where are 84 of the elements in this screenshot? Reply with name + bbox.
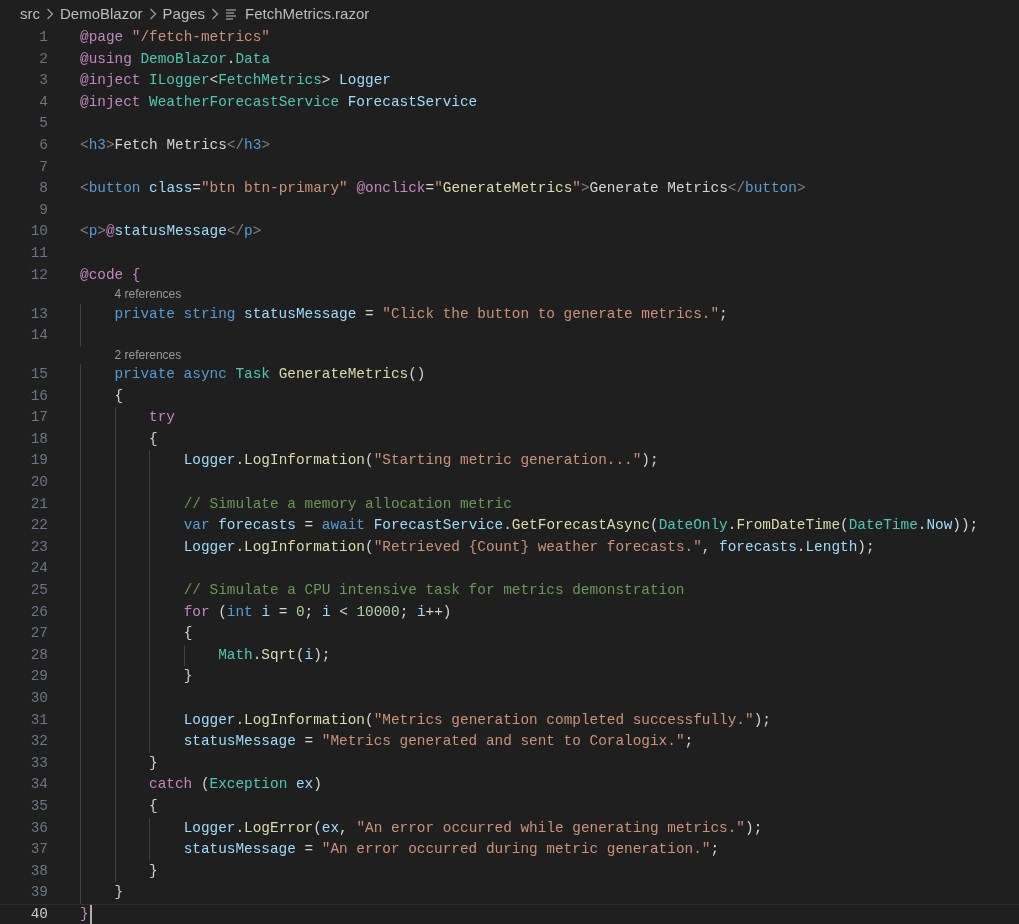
line-number: 3 bbox=[39, 72, 48, 89]
line-number: 12 bbox=[30, 266, 48, 283]
code-line: Logger.LogInformation("Retrieved {Count} weather forecasts.", forecasts.Length); bbox=[183, 537, 875, 557]
line-number: 36 bbox=[30, 819, 48, 836]
breadcrumb-folder[interactable]: DemoBlazor bbox=[60, 5, 143, 22]
code-line: catch (Exception ex) bbox=[149, 775, 322, 795]
line-number: 34 bbox=[30, 776, 48, 793]
line-number: 22 bbox=[30, 517, 48, 534]
code-line: private async Task GenerateMetrics() bbox=[114, 365, 426, 385]
line-number: 27 bbox=[30, 625, 48, 642]
breadcrumb-file[interactable]: FetchMetrics.razor bbox=[245, 5, 370, 22]
breadcrumb-folder[interactable]: Pages bbox=[162, 5, 206, 22]
line-number: 31 bbox=[30, 711, 48, 728]
line-number: 19 bbox=[30, 452, 48, 469]
line-number: 9 bbox=[39, 201, 48, 218]
code-line: // Simulate a memory allocation metric bbox=[183, 494, 512, 514]
code-line: @inject ILogger<FetchMetrics> Logger bbox=[80, 71, 391, 91]
line-number: 5 bbox=[39, 115, 48, 132]
code-line: } bbox=[149, 861, 158, 881]
code-line: statusMessage = "An error occurred during metric generation."; bbox=[183, 840, 720, 860]
line-number: 2 bbox=[39, 50, 48, 67]
code-line: } bbox=[149, 753, 158, 773]
line-number: 15 bbox=[30, 366, 48, 383]
code-line: @code { bbox=[80, 265, 141, 285]
breadcrumb-folder[interactable]: src bbox=[20, 5, 40, 22]
line-number: 39 bbox=[30, 884, 48, 901]
code-line: { bbox=[149, 796, 158, 816]
code-line: @using DemoBlazor.Data bbox=[80, 49, 270, 69]
chevron-right-icon bbox=[46, 7, 54, 20]
code-line: try bbox=[149, 408, 175, 428]
line-number: 25 bbox=[30, 582, 48, 599]
line-number: 17 bbox=[30, 409, 48, 426]
line-number: 26 bbox=[30, 603, 48, 620]
line-number: 24 bbox=[30, 560, 48, 577]
code-line: } bbox=[80, 904, 89, 924]
chevron-right-icon bbox=[211, 7, 220, 20]
text-cursor bbox=[89, 905, 92, 924]
references-link[interactable]: 2 references bbox=[114, 346, 182, 365]
code-line: } bbox=[183, 667, 193, 687]
line-number: 40 bbox=[30, 905, 48, 922]
code-line: var forecasts = await ForecastService.GetForecastAsync(DateOnly.FromDateTime(DateTime.Now)); bbox=[183, 516, 979, 536]
line-number: 11 bbox=[30, 244, 48, 261]
code-line: } bbox=[114, 883, 124, 903]
code-line: // Simulate a CPU intensive task for metrics demonstration bbox=[183, 581, 685, 601]
code-line: { bbox=[149, 429, 158, 449]
line-number: 38 bbox=[30, 862, 48, 879]
code-line: { bbox=[183, 624, 193, 644]
code-line: <p>@statusMessage</p> bbox=[80, 222, 262, 242]
line-number: 21 bbox=[30, 495, 48, 512]
line-number: 18 bbox=[30, 430, 48, 447]
code-line: Logger.LogInformation("Starting metric generation..."); bbox=[183, 451, 659, 471]
line-number: 10 bbox=[30, 223, 48, 240]
line-number: 16 bbox=[30, 387, 48, 404]
line-number: 6 bbox=[39, 136, 48, 153]
line-number: 30 bbox=[30, 690, 48, 706]
code-line: @inject WeatherForecastService ForecastService bbox=[80, 92, 478, 112]
line-number: 35 bbox=[30, 797, 48, 814]
code-line: statusMessage = "Metrics generated and sent to Coralogix."; bbox=[183, 732, 694, 752]
code-line: for (int i = 0; i < 10000; i++) bbox=[183, 602, 452, 622]
line-number: 4 bbox=[39, 93, 48, 110]
line-number: 1 bbox=[39, 29, 48, 45]
references-link[interactable]: 4 references bbox=[114, 286, 182, 304]
code-line: Logger.LogInformation("Metrics generation completed successfully."); bbox=[183, 710, 771, 730]
line-number: 28 bbox=[30, 646, 48, 663]
line-number: 13 bbox=[30, 305, 48, 322]
chevron-right-icon bbox=[148, 7, 157, 20]
line-number: 29 bbox=[30, 668, 48, 685]
code-line: <button class="btn btn-primary" @onclick="GenerateMetrics">Generate Metrics</button> bbox=[80, 179, 806, 199]
code-line: { bbox=[114, 386, 124, 406]
line-number: 37 bbox=[30, 841, 48, 858]
code-line: Logger.LogError(ex, "An error occurred while generating metrics."); bbox=[183, 818, 763, 838]
code-line: private string statusMessage = "Click the button to generate metrics."; bbox=[114, 304, 728, 324]
line-number: 8 bbox=[39, 180, 48, 197]
line-number: 23 bbox=[30, 538, 48, 555]
code-line: @page "/fetch-metrics" bbox=[80, 28, 270, 47]
code-line: Math.Sqrt(i); bbox=[218, 645, 331, 665]
indent-guide bbox=[183, 644, 185, 667]
file-lines-icon bbox=[225, 7, 238, 20]
line-number: 7 bbox=[39, 158, 48, 175]
line-number: 33 bbox=[30, 754, 48, 771]
line-number: 20 bbox=[30, 474, 48, 491]
code-line: <h3>Fetch Metrics</h3> bbox=[80, 135, 271, 155]
line-number: 32 bbox=[30, 733, 48, 750]
line-number: 14 bbox=[30, 327, 48, 344]
